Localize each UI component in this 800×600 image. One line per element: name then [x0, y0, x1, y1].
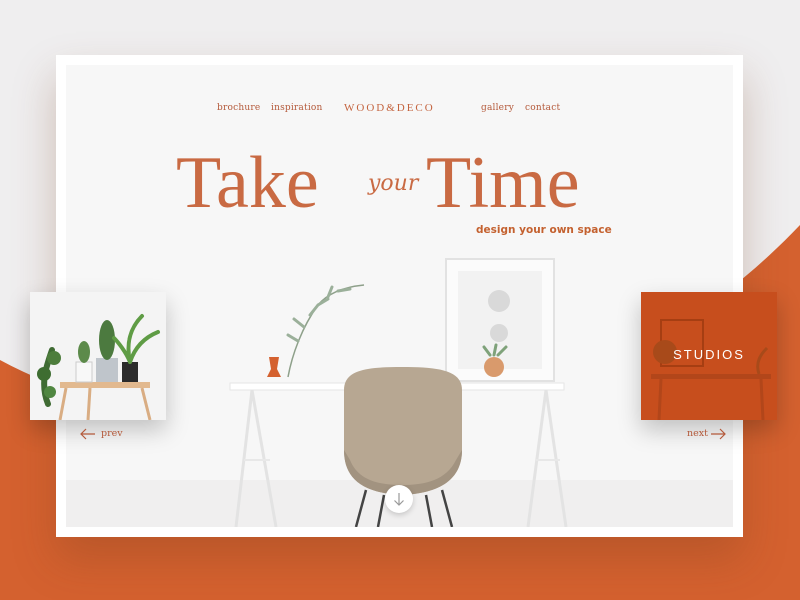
nav-link-inspiration[interactable]: inspiration	[271, 103, 323, 113]
arrow-down-icon	[394, 493, 404, 506]
nav-link-brochure[interactable]: brochure	[217, 103, 260, 113]
arrow-left-icon[interactable]	[80, 427, 96, 445]
studios-label: STUDIOS	[673, 347, 745, 362]
scroll-down-button[interactable]	[385, 485, 413, 513]
plants-shelf-illustration	[30, 292, 166, 420]
arrow-right-icon[interactable]	[710, 427, 726, 445]
headline-word-time: Time	[426, 142, 580, 224]
headline-word-your: your	[368, 171, 419, 196]
tagline: design your own space	[476, 224, 612, 236]
nav-link-contact[interactable]: contact	[525, 103, 560, 113]
next-slide-card[interactable]: STUDIOS	[641, 292, 777, 420]
next-label[interactable]: next	[687, 428, 708, 439]
desk-scene-illustration	[66, 258, 733, 527]
hero-image: brochure inspiration WOOD&DECO gallery c…	[66, 65, 733, 527]
brand-logo[interactable]: WOOD&DECO	[344, 102, 435, 114]
prev-slide-card[interactable]	[30, 292, 166, 420]
headline-word-take: Take	[176, 142, 319, 224]
nav-link-gallery[interactable]: gallery	[481, 103, 514, 113]
prev-label[interactable]: prev	[101, 428, 123, 439]
